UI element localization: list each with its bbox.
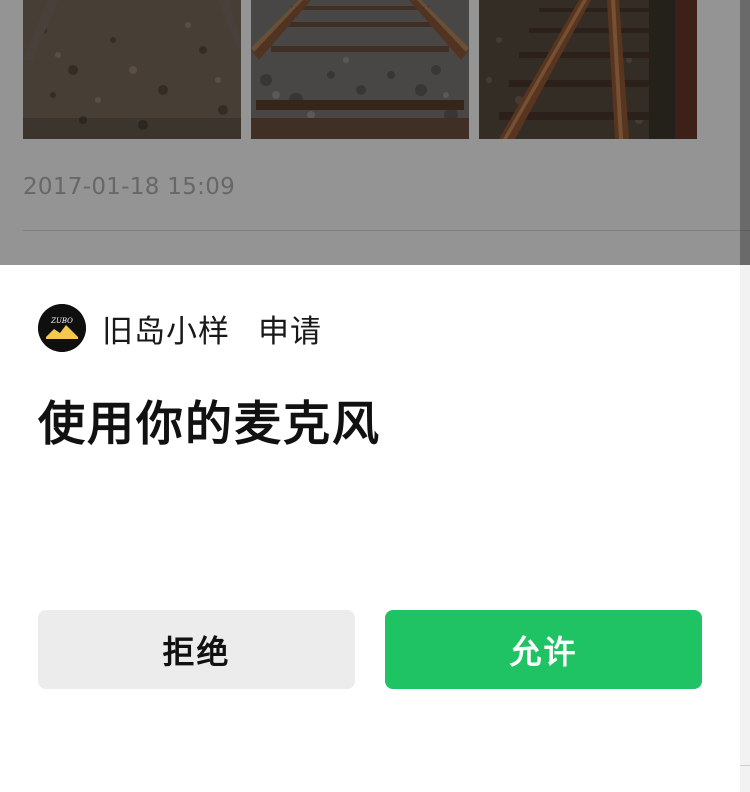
deny-button[interactable]: 拒绝: [38, 610, 355, 689]
svg-text:ZUBO: ZUBO: [50, 317, 73, 325]
app-logo-icon: ZUBO: [38, 304, 86, 352]
sheet-edge: [740, 265, 750, 792]
permission-dialog-screen: 2017-01-18 15:09 ZUBO 旧岛小样 申请 使用你的麦克风 拒绝…: [0, 0, 750, 792]
permission-title: 使用你的麦克风: [38, 397, 381, 452]
request-label: 申请: [258, 313, 322, 350]
allow-button-label: 允许: [509, 632, 578, 671]
edge-divider: [740, 765, 750, 766]
deny-button-label: 拒绝: [162, 632, 231, 671]
app-info-row: ZUBO 旧岛小样 申请: [38, 303, 322, 353]
app-name: 旧岛小样: [102, 313, 230, 350]
permission-sheet: ZUBO 旧岛小样 申请 使用你的麦克风 拒绝 允许: [0, 265, 740, 792]
allow-button[interactable]: 允许: [385, 610, 702, 689]
app-logo: ZUBO: [38, 304, 86, 352]
